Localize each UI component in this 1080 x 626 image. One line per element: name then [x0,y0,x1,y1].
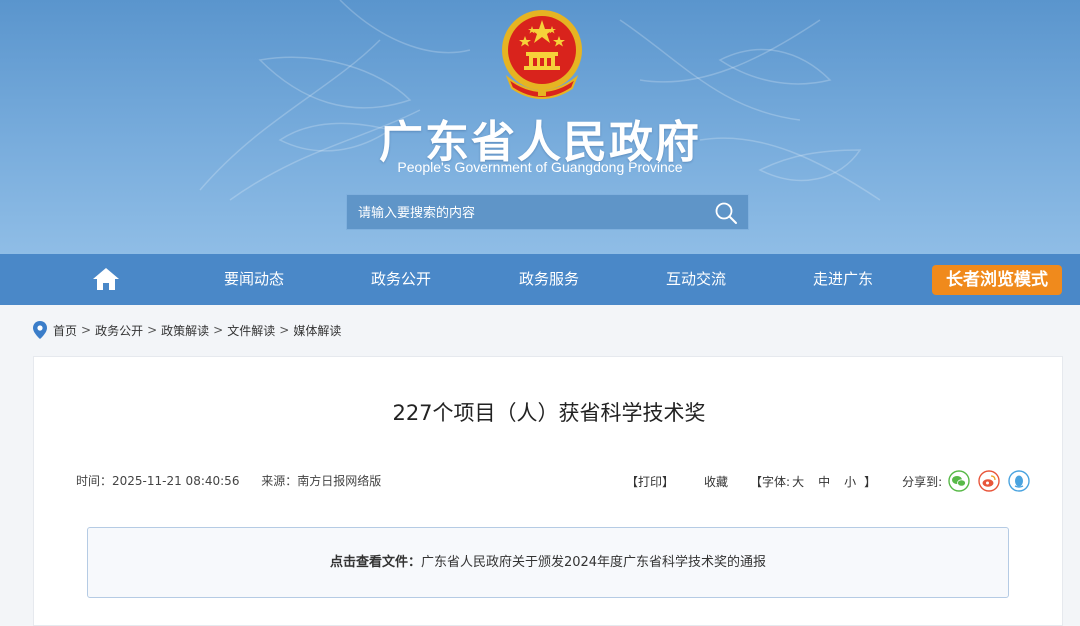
breadcrumb: 首页 > 政务公开 > 政策解读 > 文件解读 > 媒体解读 [33,320,341,340]
site-subtitle: People's Government of Guangdong Provinc… [397,159,683,175]
breadcrumb-separator: > [81,323,92,337]
breadcrumb-document-interpretation[interactable]: 文件解读 [227,322,275,339]
search-box [346,194,749,231]
breadcrumb-gov-affairs-open[interactable]: 政务公开 [95,322,143,339]
related-document-notice: 点击查看文件：广东省人民政府关于颁发2024年度广东省科学技术奖的通报 [87,527,1009,598]
home-icon[interactable] [92,267,120,291]
nav-item-interaction[interactable]: 互动交流 [666,254,726,305]
article-title: 227个项目（人）获省科学技术奖 [392,401,706,425]
breadcrumb-home[interactable]: 首页 [53,322,77,339]
breadcrumb-separator: > [279,323,290,337]
article-tools: 【打印】 收藏 【字体: 大 中 小 】 分享到: [626,470,1030,492]
font-size-label: 【字体: [750,474,791,489]
font-medium-button[interactable]: 中 [818,473,830,490]
share-label: 分享到: [902,474,943,489]
national-emblem-icon [502,10,582,99]
font-large-button[interactable]: 大 [792,473,804,490]
publish-time: 时间：2025-11-21 08:40:56 [76,474,240,488]
related-document-link[interactable]: 广东省人民政府关于颁发2024年度广东省科学技术奖的通报 [421,555,766,570]
breadcrumb-separator: > [213,323,224,337]
breadcrumb-policy-interpretation[interactable]: 政策解读 [161,322,209,339]
wechat-icon[interactable] [948,470,970,492]
font-size-close: 】 [864,474,877,489]
font-small-button[interactable]: 小 [844,473,856,490]
article-card: 227个项目（人）获省科学技术奖 时间：2025-11-21 08:40:56 … [33,356,1063,626]
nav-item-gov-services[interactable]: 政务服务 [519,254,579,305]
nav-item-gov-affairs-open[interactable]: 政务公开 [371,254,431,305]
article-meta: 时间：2025-11-21 08:40:56 来源：南方日报网络版 [76,472,399,489]
main-nav: 要闻动态 政务公开 政务服务 互动交流 走进广东 [0,254,1080,305]
article-source: 来源：南方日报网络版 [261,474,382,488]
favorite-button[interactable]: 收藏 [704,473,728,490]
nav-item-about-guangdong[interactable]: 走进广东 [813,254,873,305]
notice-label: 点击查看文件： [329,555,421,570]
elder-mode-button[interactable]: 长者浏览模式 [932,265,1062,295]
qq-icon[interactable] [1008,470,1030,492]
weibo-icon[interactable] [978,470,1000,492]
search-input[interactable] [347,195,710,231]
print-button[interactable]: 【打印】 [626,473,674,490]
search-icon[interactable] [714,201,738,225]
header-banner: 广东省人民政府 People's Government of Guangdong… [0,0,1080,254]
nav-item-news[interactable]: 要闻动态 [224,254,284,305]
breadcrumb-separator: > [147,323,158,337]
breadcrumb-media-interpretation[interactable]: 媒体解读 [293,322,341,339]
location-pin-icon [33,321,47,339]
